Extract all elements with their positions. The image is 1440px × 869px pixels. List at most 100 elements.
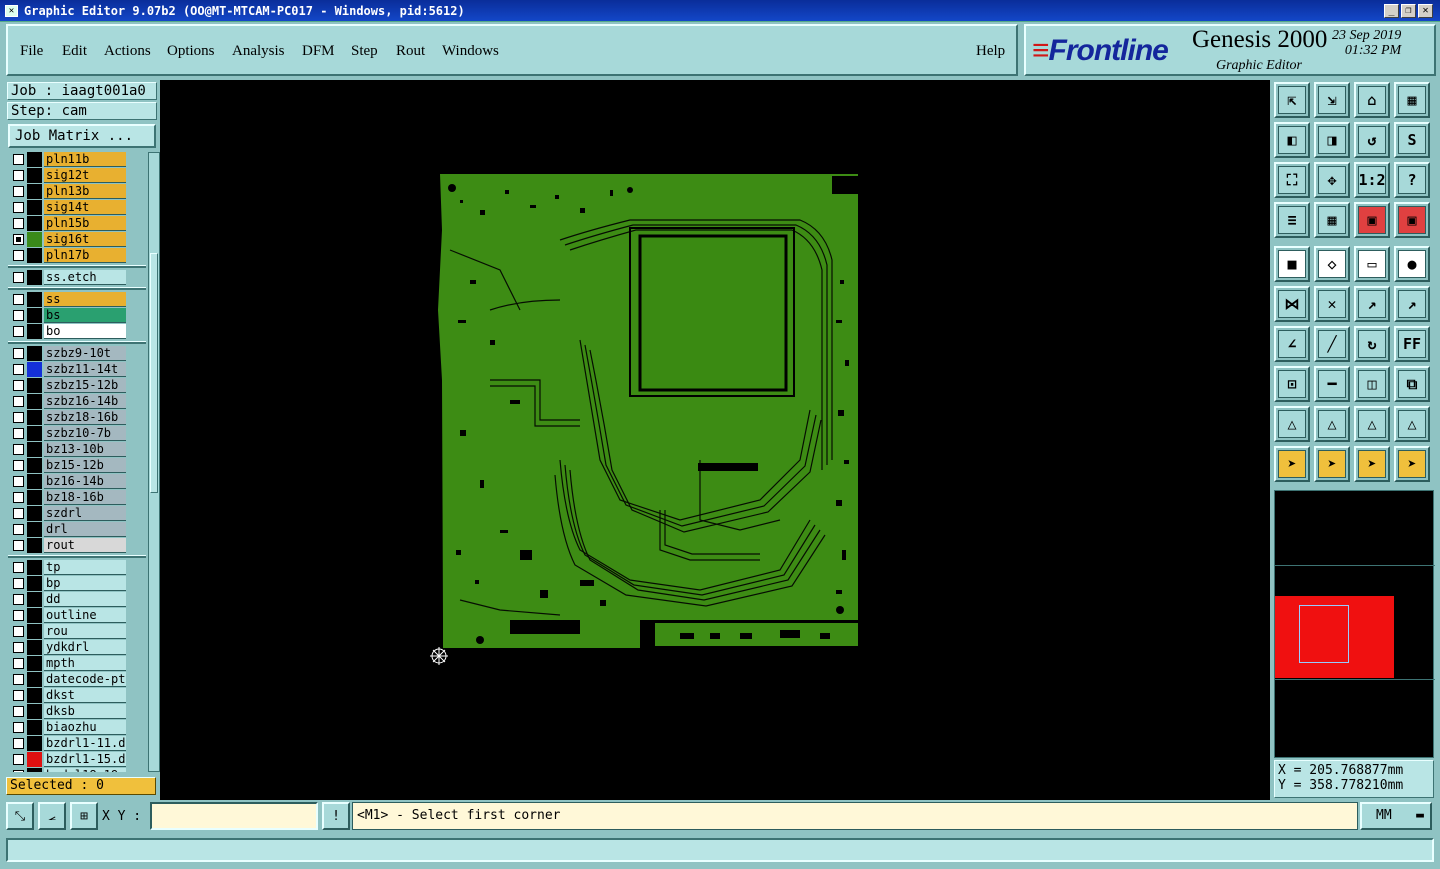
units-select[interactable]: MM ▬ <box>1360 802 1432 830</box>
connect-button[interactable]: ⋈ <box>1274 286 1310 322</box>
layer-row[interactable]: pln17b <box>8 248 146 263</box>
layer-row[interactable]: dd <box>8 592 146 607</box>
layer-checkbox[interactable] <box>13 186 24 197</box>
layer-color-swatch[interactable] <box>27 608 42 623</box>
layer-row[interactable]: bp <box>8 576 146 591</box>
layer-checkbox[interactable] <box>13 508 24 519</box>
zoom-house-button[interactable]: ⌂ <box>1354 82 1390 118</box>
layer-color-swatch[interactable] <box>27 292 42 307</box>
help-button[interactable]: ? <box>1394 162 1430 198</box>
layer-checkbox[interactable] <box>13 294 24 305</box>
layer-name[interactable]: dd <box>44 592 126 607</box>
layer-color-swatch[interactable] <box>27 656 42 671</box>
menu-dfm[interactable]: DFM <box>302 43 335 60</box>
layer-row[interactable]: ydkdrl <box>8 640 146 655</box>
layer-color-swatch[interactable] <box>27 624 42 639</box>
cross-button[interactable]: ✕ <box>1314 286 1350 322</box>
select-box-button[interactable]: ⊡ <box>1274 366 1310 402</box>
layer-row[interactable]: bz15-12b <box>8 458 146 473</box>
menu-rout[interactable]: Rout <box>396 43 425 60</box>
minimize-button[interactable]: _ <box>1384 4 1399 18</box>
snap-grid-icon[interactable]: ⊞ <box>70 802 98 830</box>
layer-name[interactable]: mpth <box>44 656 126 671</box>
layer-color-swatch[interactable] <box>27 362 42 377</box>
triangle-4-button[interactable]: △ <box>1394 406 1430 442</box>
layer-name[interactable]: szbz15-12b <box>44 378 126 393</box>
layer-row[interactable]: mpth <box>8 656 146 671</box>
layer-color-swatch[interactable] <box>27 378 42 393</box>
layer-color-swatch[interactable] <box>27 672 42 687</box>
layer-color-swatch[interactable] <box>27 768 42 772</box>
layer-scrollbar-thumb[interactable] <box>150 253 158 493</box>
layer-name[interactable]: szbz9-10t <box>44 346 126 361</box>
layer-checkbox[interactable] <box>13 578 24 589</box>
layer-row[interactable]: szbz16-14b <box>8 394 146 409</box>
redraw-button[interactable]: ↺ <box>1354 122 1390 158</box>
layer-name[interactable]: bo <box>44 324 126 339</box>
layer-color-swatch[interactable] <box>27 216 42 231</box>
layer-name[interactable]: bz15-12b <box>44 458 126 473</box>
ruler-button[interactable]: ▭ <box>1354 246 1390 282</box>
menu-step[interactable]: Step <box>351 43 378 60</box>
zoom-home-button[interactable]: ⇱ <box>1274 82 1310 118</box>
menu-options[interactable]: Options <box>167 43 215 60</box>
layer-row[interactable]: drl <box>8 522 146 537</box>
layer-scrollbar[interactable] <box>148 152 160 772</box>
layer-color-swatch[interactable] <box>27 442 42 457</box>
layer-row[interactable]: szbz9-10t <box>8 346 146 361</box>
layer-name[interactable]: rou <box>44 624 126 639</box>
layer-row[interactable]: bs <box>8 308 146 323</box>
layer-color-swatch[interactable] <box>27 270 42 285</box>
layer-name[interactable]: pln17b <box>44 248 126 263</box>
layer-color-swatch[interactable] <box>27 232 42 247</box>
layer-checkbox[interactable] <box>13 610 24 621</box>
layer-name[interactable]: pln15b <box>44 216 126 231</box>
graphic-canvas[interactable] <box>160 80 1270 800</box>
zoom-xy-button[interactable]: ▦ <box>1394 82 1430 118</box>
layer-color-swatch[interactable] <box>27 592 42 607</box>
layer-checkbox[interactable] <box>13 658 24 669</box>
layer-row[interactable]: bz16-14b <box>8 474 146 489</box>
layer-name[interactable]: szbz10-7b <box>44 426 126 441</box>
layer-checkbox[interactable] <box>13 524 24 535</box>
layer-checkbox[interactable] <box>13 364 24 375</box>
fit-all-button[interactable]: ⛶ <box>1274 162 1310 198</box>
line-button[interactable]: ╱ <box>1314 326 1350 362</box>
layer-name[interactable]: tp <box>44 560 126 575</box>
layer-name[interactable]: bz18-16b <box>44 490 126 505</box>
layer-checkbox[interactable] <box>13 594 24 605</box>
layer-row[interactable]: dkst <box>8 688 146 703</box>
layer-row[interactable]: szdrl <box>8 506 146 521</box>
layer-checkbox[interactable] <box>13 154 24 165</box>
arc-button[interactable]: ↻ <box>1354 326 1390 362</box>
fit-center-button[interactable]: ✥ <box>1314 162 1350 198</box>
layer-color-swatch[interactable] <box>27 346 42 361</box>
layer-checkbox[interactable] <box>13 412 24 423</box>
layer-row[interactable]: biaozhu <box>8 720 146 735</box>
layer-name[interactable]: szbz18-16b <box>44 410 126 425</box>
layer-row[interactable]: bzdrl1-11.d <box>8 736 146 751</box>
layer-row[interactable]: tp <box>8 560 146 575</box>
layer-row[interactable]: bzdrl18-19 <box>8 768 146 772</box>
layer-checkbox[interactable] <box>13 218 24 229</box>
layer-checkbox[interactable] <box>13 380 24 391</box>
layer-color-swatch[interactable] <box>27 736 42 751</box>
layer-color-swatch[interactable] <box>27 200 42 215</box>
select-circle-arrow-button[interactable]: ➤ <box>1354 446 1390 482</box>
close-button[interactable]: ✕ <box>1418 4 1433 18</box>
layer-checkbox[interactable] <box>13 234 24 245</box>
overview-minimap[interactable] <box>1274 490 1435 758</box>
maximize-button[interactable]: ❐ <box>1401 4 1416 18</box>
layer-name[interactable]: dksb <box>44 704 126 719</box>
layer-color-swatch[interactable] <box>27 506 42 521</box>
layer-name[interactable]: ss <box>44 292 126 307</box>
layer-color-swatch[interactable] <box>27 576 42 591</box>
layer-name[interactable]: ydkdrl <box>44 640 126 655</box>
layer-name[interactable]: pln11b <box>44 152 126 167</box>
layer-row[interactable]: szbz11-14t <box>8 362 146 377</box>
layer-color-swatch[interactable] <box>27 248 42 263</box>
layer-color-swatch[interactable] <box>27 490 42 505</box>
layer-checkbox[interactable] <box>13 674 24 685</box>
layer-name[interactable]: bzdrl1-11.d <box>44 736 126 751</box>
layer-row[interactable]: pln15b <box>8 216 146 231</box>
